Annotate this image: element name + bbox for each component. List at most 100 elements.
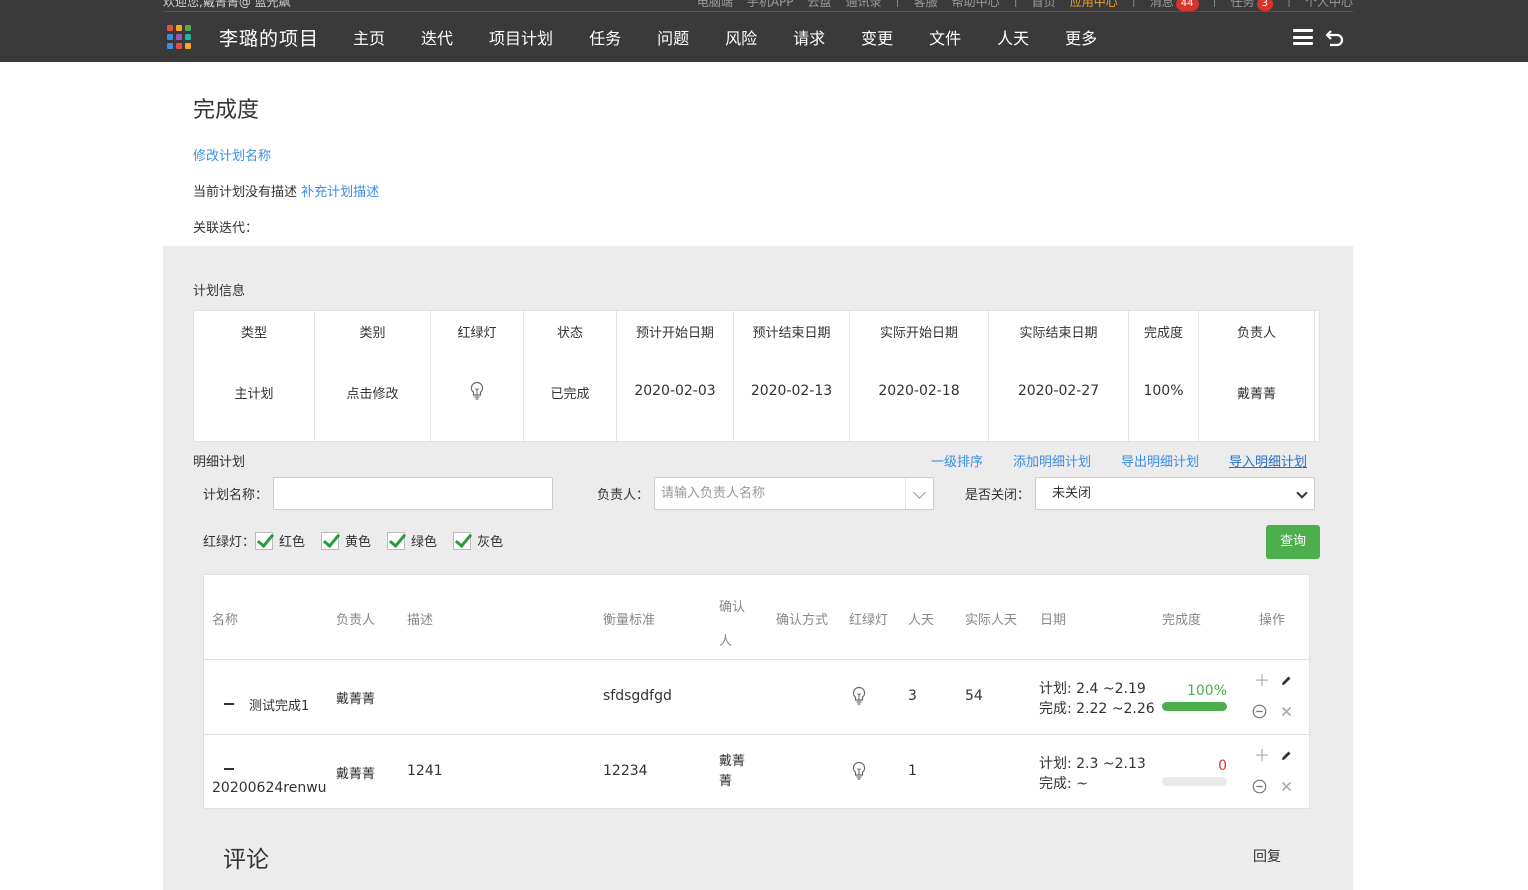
chevron-down-icon bbox=[1296, 487, 1308, 499]
light-yellow-checkbox[interactable]: 黄色 bbox=[321, 531, 371, 550]
reply-link[interactable]: 回复 bbox=[1253, 846, 1281, 866]
nav-requests[interactable]: 请求 bbox=[793, 25, 825, 49]
edit-icon[interactable] bbox=[1280, 750, 1292, 762]
nav-iteration[interactable]: 迭代 bbox=[421, 25, 453, 49]
nav-tasks[interactable]: 任务 bbox=[589, 25, 621, 49]
sort-level1-link[interactable]: 一级排序 bbox=[931, 451, 983, 470]
row-progress-text: 0 bbox=[1218, 758, 1227, 774]
row-done-date: 完成: 2.22 ~2.26 bbox=[1039, 701, 1155, 717]
collapse-icon[interactable] bbox=[224, 703, 234, 705]
owner-input[interactable]: 请输入负责人名称 bbox=[654, 477, 934, 510]
separator: | bbox=[895, 0, 900, 7]
nav-risks[interactable]: 风险 bbox=[725, 25, 757, 49]
row-measure: sfdsgdfgd bbox=[603, 688, 672, 704]
plan-name-input[interactable] bbox=[273, 477, 553, 510]
nav-issues[interactable]: 问题 bbox=[657, 25, 689, 49]
light-red-checkbox[interactable]: 红色 bbox=[255, 531, 305, 550]
top-link-contacts[interactable]: 通讯录 bbox=[846, 0, 882, 11]
collapse-icon[interactable] bbox=[224, 768, 234, 770]
row-desc: 1241 bbox=[407, 763, 443, 779]
rename-plan-link[interactable]: 修改计划名称 bbox=[193, 145, 271, 164]
top-link-tasks[interactable]: 任务 3 bbox=[1231, 0, 1273, 11]
close-icon[interactable] bbox=[1281, 781, 1292, 792]
nav-person-days[interactable]: 人天 bbox=[997, 25, 1029, 49]
owner-label: 负责人： bbox=[597, 488, 650, 503]
apps-grid-icon[interactable] bbox=[167, 25, 191, 49]
row-owner: 戴菁菁 bbox=[336, 692, 376, 707]
messages-badge: 44 bbox=[1175, 0, 1199, 11]
row-name[interactable]: 测试完成1 bbox=[249, 695, 309, 714]
add-icon[interactable]: ＋ bbox=[1254, 748, 1270, 764]
top-link-messages[interactable]: 消息 44 bbox=[1150, 0, 1199, 11]
light-gray-checkbox[interactable]: 灰色 bbox=[453, 531, 503, 550]
info-col-status: 状态 已完成 bbox=[524, 311, 617, 441]
no-description-text: 当前计划没有描述 bbox=[193, 185, 298, 200]
remove-circle-icon[interactable] bbox=[1252, 704, 1267, 719]
col-header-completion: 完成度 bbox=[1162, 613, 1202, 628]
export-detail-plan-link[interactable]: 导出明细计划 bbox=[1121, 451, 1199, 470]
menu-icon[interactable] bbox=[1293, 29, 1313, 45]
row-done-date: 完成: ~ bbox=[1039, 776, 1088, 792]
top-bar: 欢迎您,戴菁菁@ 蓝光飙 电脑端 手机APP 云盘 通讯录 | 客服 帮助中心 … bbox=[0, 0, 1528, 62]
detail-plan-label: 明细计划 bbox=[193, 455, 246, 470]
row-measure: 12234 bbox=[603, 763, 648, 779]
top-strip: 欢迎您,戴菁菁@ 蓝光飙 电脑端 手机APP 云盘 通讯录 | 客服 帮助中心 … bbox=[163, 0, 1353, 11]
related-iteration-label: 关联迭代： bbox=[193, 221, 259, 236]
info-col-actual-start: 实际开始日期 2020-02-18 bbox=[850, 311, 989, 441]
lightbulb-icon bbox=[852, 761, 866, 780]
nav-project-plan[interactable]: 项目计划 bbox=[489, 25, 553, 49]
top-link-pc[interactable]: 电脑端 bbox=[697, 0, 733, 11]
import-detail-plan-link[interactable]: 导入明细计划 bbox=[1229, 451, 1307, 470]
row-divider bbox=[204, 734, 1311, 735]
main-nav: 李璐的项目 主页 迭代 项目计划 任务 问题 风险 请求 变更 文件 人天 更多 bbox=[163, 12, 1353, 62]
info-col-actual-end: 实际结束日期 2020-02-27 bbox=[989, 311, 1129, 441]
page-title: 完成度 bbox=[193, 98, 260, 123]
check-icon bbox=[387, 531, 406, 550]
progress-bar bbox=[1162, 702, 1227, 711]
nav-files[interactable]: 文件 bbox=[929, 25, 961, 49]
light-green-checkbox[interactable]: 绿色 bbox=[387, 531, 437, 550]
top-link-app[interactable]: 手机APP bbox=[747, 0, 794, 11]
add-icon[interactable]: ＋ bbox=[1254, 673, 1270, 689]
col-header-desc: 描述 bbox=[407, 613, 434, 628]
detail-actions: 一级排序 添加明细计划 导出明细计划 导入明细计划 bbox=[931, 451, 1307, 470]
col-header-actions: 操作 bbox=[1259, 613, 1286, 628]
add-description-link[interactable]: 补充计划描述 bbox=[301, 185, 379, 200]
top-link-help[interactable]: 帮助中心 bbox=[952, 0, 1000, 11]
row-progress-text: 100% bbox=[1186, 683, 1227, 699]
remove-circle-icon[interactable] bbox=[1252, 779, 1267, 794]
edit-icon[interactable] bbox=[1280, 675, 1292, 687]
check-icon bbox=[255, 531, 274, 550]
separator: | bbox=[1131, 0, 1136, 7]
top-link-service[interactable]: 客服 bbox=[914, 0, 938, 11]
check-icon bbox=[453, 531, 472, 550]
row-days: 3 bbox=[908, 688, 917, 704]
closed-label: 是否关闭： bbox=[965, 488, 1031, 503]
top-link-cloud[interactable]: 云盘 bbox=[808, 0, 832, 11]
info-col-category[interactable]: 类别 点击修改 bbox=[315, 311, 431, 441]
row-name[interactable]: 20200624renwu bbox=[212, 780, 327, 796]
nav-more[interactable]: 更多 bbox=[1065, 25, 1097, 49]
nav-changes[interactable]: 变更 bbox=[861, 25, 893, 49]
owner-placeholder: 请输入负责人名称 bbox=[661, 486, 766, 501]
project-title[interactable]: 李璐的项目 bbox=[219, 24, 319, 51]
add-detail-plan-link[interactable]: 添加明细计划 bbox=[1013, 451, 1091, 470]
chevron-down-icon[interactable] bbox=[905, 478, 933, 509]
info-col-planned-start: 预计开始日期 2020-02-03 bbox=[617, 311, 734, 441]
top-link-profile[interactable]: 个人中心 bbox=[1305, 0, 1353, 11]
light-filter-label: 红绿灯： bbox=[203, 535, 256, 550]
nav-home[interactable]: 主页 bbox=[353, 25, 385, 49]
top-link-app-center[interactable]: 应用中心 bbox=[1070, 0, 1118, 11]
separator: | bbox=[1286, 0, 1291, 7]
progress-fill bbox=[1162, 702, 1227, 711]
close-icon[interactable] bbox=[1281, 706, 1292, 717]
closed-select[interactable]: 未关闭 bbox=[1035, 477, 1315, 510]
lightbulb-icon bbox=[852, 686, 866, 705]
top-link-home[interactable]: 首页 bbox=[1032, 0, 1056, 11]
query-button[interactable]: 查询 bbox=[1266, 525, 1320, 559]
back-icon[interactable] bbox=[1325, 27, 1345, 47]
row-owner: 戴菁菁 bbox=[336, 767, 376, 782]
check-icon bbox=[321, 531, 340, 550]
tasks-badge: 3 bbox=[1256, 0, 1273, 11]
info-col-planned-end: 预计结束日期 2020-02-13 bbox=[734, 311, 850, 441]
